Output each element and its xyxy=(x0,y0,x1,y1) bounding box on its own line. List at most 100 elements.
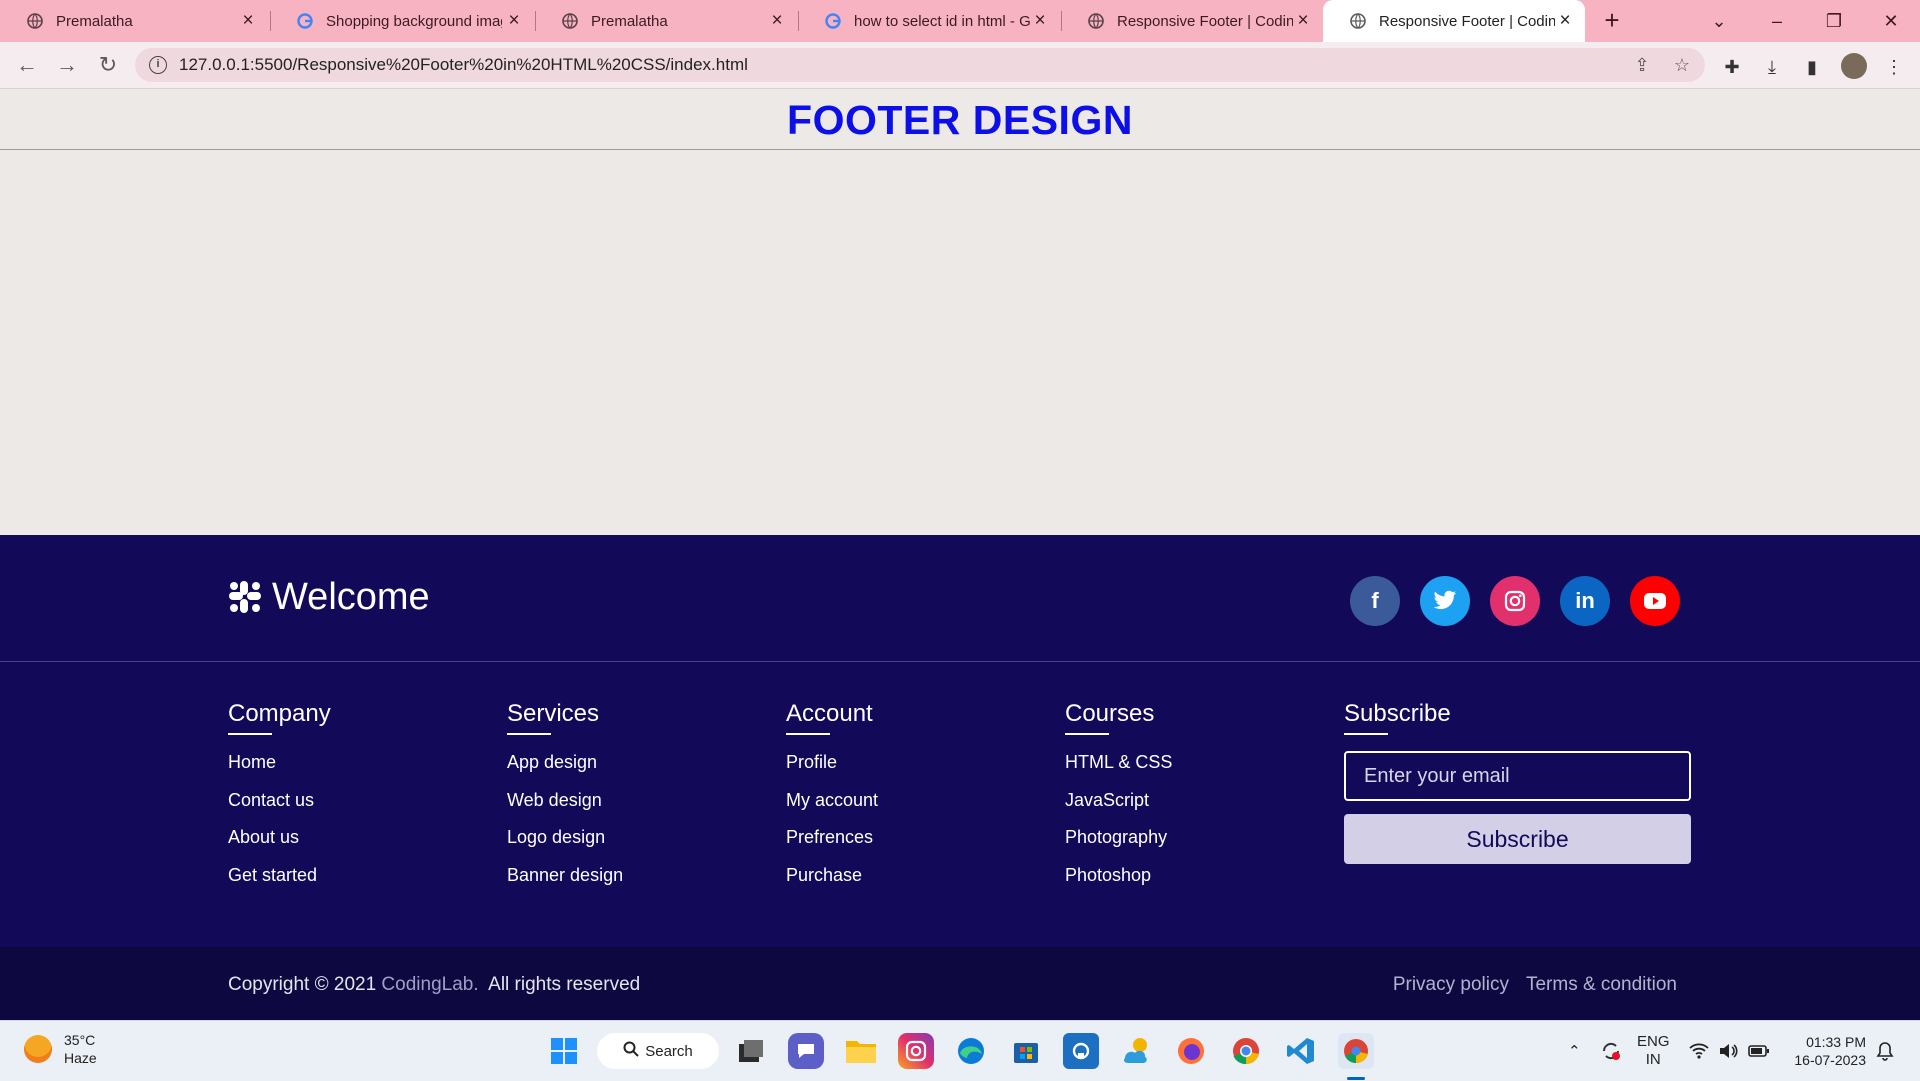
volume-icon[interactable] xyxy=(1718,1021,1738,1081)
profile-avatar[interactable] xyxy=(1841,53,1867,79)
browser-tab[interactable]: Responsive Footer | Coding × xyxy=(1061,0,1323,42)
show-hidden-icons-chevron-icon[interactable]: ⌃ xyxy=(1568,1021,1581,1081)
globe-icon xyxy=(1349,12,1367,30)
footer-link-web-design[interactable]: Web design xyxy=(507,789,747,811)
social-links: f in xyxy=(1350,576,1680,626)
notification-bell-icon[interactable] xyxy=(1876,1021,1894,1081)
task-view-icon[interactable] xyxy=(733,1033,769,1069)
footer-column-account: Account Profile My account Prefrences Pu… xyxy=(786,699,1026,901)
footer-link-html-css[interactable]: HTML & CSS xyxy=(1065,751,1305,773)
microsoft-store-icon[interactable] xyxy=(1008,1033,1044,1069)
browser-tab[interactable]: how to select id in html - G × xyxy=(798,0,1060,42)
instagram-app-icon[interactable] xyxy=(898,1033,934,1069)
close-window-button[interactable]: ✕ xyxy=(1876,6,1906,36)
browser-toolbar: ← → ↻ i 127.0.0.1:5500/Responsive%20Foot… xyxy=(0,42,1920,89)
browser-tab-strip: Premalatha × Shopping background imag × … xyxy=(0,0,1920,42)
close-tab-icon[interactable]: × xyxy=(1293,11,1313,31)
side-panel-icon[interactable]: ▮ xyxy=(1800,55,1824,79)
battery-icon[interactable] xyxy=(1748,1021,1770,1081)
back-arrow-icon[interactable]: ← xyxy=(13,51,41,79)
heading-underline xyxy=(1344,733,1388,735)
globe-icon xyxy=(561,12,579,30)
clock-time: 01:33 PM xyxy=(1806,1034,1866,1050)
region-code: IN xyxy=(1645,1051,1661,1068)
footer-link-my-account[interactable]: My account xyxy=(786,789,1026,811)
app-launcher-icon[interactable] xyxy=(1063,1033,1099,1069)
email-input[interactable] xyxy=(1344,751,1691,801)
heading-underline xyxy=(1065,733,1109,735)
teams-chat-icon[interactable] xyxy=(788,1033,824,1069)
tab-title: Responsive Footer | Coding xyxy=(1117,12,1293,30)
address-bar[interactable]: i 127.0.0.1:5500/Responsive%20Footer%20i… xyxy=(135,48,1705,82)
footer-logo[interactable]: Welcome xyxy=(228,570,430,624)
terms-condition-link[interactable]: Terms & condition xyxy=(1526,947,1677,1022)
new-tab-button[interactable]: + xyxy=(1599,7,1625,34)
download-icon[interactable]: ⤓ xyxy=(1760,55,1784,79)
footer-link-javascript[interactable]: JavaScript xyxy=(1065,789,1305,811)
chrome-profile-active-icon[interactable] xyxy=(1338,1033,1374,1069)
file-explorer-icon[interactable] xyxy=(843,1033,879,1069)
footer-link-home[interactable]: Home xyxy=(228,751,468,773)
forward-arrow-icon[interactable]: → xyxy=(53,51,81,79)
system-clock[interactable]: 01:33 PM 16-07-2023 xyxy=(1794,1033,1866,1069)
footer-link-about-us[interactable]: About us xyxy=(228,826,468,848)
browser-tab[interactable]: Premalatha × xyxy=(0,0,268,42)
close-tab-icon[interactable]: × xyxy=(1030,11,1050,31)
linkedin-icon[interactable]: in xyxy=(1560,576,1610,626)
youtube-icon[interactable] xyxy=(1630,576,1680,626)
footer-link-prefrences[interactable]: Prefrences xyxy=(786,826,1026,848)
privacy-policy-link[interactable]: Privacy policy xyxy=(1393,947,1509,1022)
vscode-icon[interactable] xyxy=(1283,1033,1319,1069)
footer-link-logo-design[interactable]: Logo design xyxy=(507,826,747,848)
column-heading: Services xyxy=(507,700,600,727)
url-text[interactable]: 127.0.0.1:5500/Responsive%20Footer%20in%… xyxy=(179,48,748,82)
minimize-button[interactable]: – xyxy=(1762,6,1792,36)
restore-button[interactable]: ❐ xyxy=(1819,6,1849,36)
browser-tab[interactable]: Shopping background imag × xyxy=(270,0,534,42)
taskbar-search[interactable]: Search xyxy=(597,1033,719,1069)
footer-link-profile[interactable]: Profile xyxy=(786,751,1026,773)
weather-widget[interactable]: 35°C Haze xyxy=(24,1031,97,1067)
language-indicator[interactable]: ENG IN xyxy=(1637,1021,1670,1081)
facebook-icon[interactable]: f xyxy=(1350,576,1400,626)
close-tab-icon[interactable]: × xyxy=(1555,11,1575,31)
browser-tab-active[interactable]: Responsive Footer | Coding × xyxy=(1323,0,1585,42)
footer-link-purchase[interactable]: Purchase xyxy=(786,864,1026,886)
weather-app-icon[interactable] xyxy=(1118,1033,1154,1069)
close-tab-icon[interactable]: × xyxy=(238,11,258,31)
twitter-icon[interactable] xyxy=(1420,576,1470,626)
extensions-puzzle-icon[interactable]: ✚ xyxy=(1720,55,1744,79)
reload-icon[interactable]: ↻ xyxy=(94,51,122,79)
close-tab-icon[interactable]: × xyxy=(504,11,524,31)
tab-search-chevron-icon[interactable]: ⌄ xyxy=(1704,6,1734,36)
chrome-icon[interactable] xyxy=(1228,1033,1264,1069)
footer-column-subscribe: Subscribe xyxy=(1344,699,1691,735)
footer-link-contact-us[interactable]: Contact us xyxy=(228,789,468,811)
logo-text: Welcome xyxy=(272,575,430,618)
footer-link-banner-design[interactable]: Banner design xyxy=(507,864,747,886)
brand-link[interactable]: CodingLab. xyxy=(381,974,478,995)
share-icon[interactable]: ⇪ xyxy=(1631,54,1653,76)
footer-bottom-bar: Copyright © 2021 CodingLab. All rights r… xyxy=(0,947,1920,1020)
edge-browser-icon[interactable] xyxy=(953,1033,989,1069)
footer-link-photography[interactable]: Photography xyxy=(1065,826,1305,848)
bookmark-star-icon[interactable]: ☆ xyxy=(1671,54,1693,76)
browser-tab[interactable]: Premalatha × xyxy=(535,0,797,42)
tab-title: Shopping background imag xyxy=(326,12,502,30)
instagram-icon[interactable] xyxy=(1490,576,1540,626)
footer-column-services: Services App design Web design Logo desi… xyxy=(507,699,747,901)
sync-icon[interactable] xyxy=(1600,1021,1622,1081)
wifi-icon[interactable] xyxy=(1689,1021,1709,1081)
menu-kebab-icon[interactable]: ⋮ xyxy=(1882,55,1906,79)
windows-start-icon[interactable] xyxy=(546,1033,582,1069)
site-info-icon[interactable]: i xyxy=(149,56,167,74)
footer-link-get-started[interactable]: Get started xyxy=(228,864,468,886)
firefox-icon[interactable] xyxy=(1173,1033,1209,1069)
close-tab-icon[interactable]: × xyxy=(767,11,787,31)
footer-columns: Company Home Contact us About us Get sta… xyxy=(0,661,1920,947)
footer-link-app-design[interactable]: App design xyxy=(507,751,747,773)
subscribe-button[interactable]: Subscribe xyxy=(1344,814,1691,864)
column-heading: Company xyxy=(228,700,331,727)
windows-taskbar: 35°C Haze Search ⌃ ENG IN 01:33 PM 16-07… xyxy=(0,1020,1920,1081)
footer-link-photoshop[interactable]: Photoshop xyxy=(1065,864,1305,886)
